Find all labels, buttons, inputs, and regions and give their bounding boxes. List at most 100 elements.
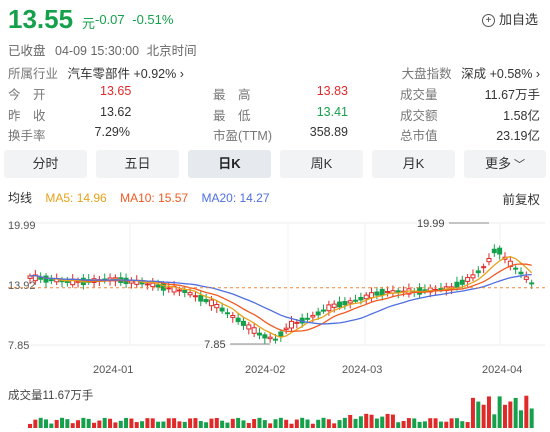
candle-body bbox=[529, 282, 535, 285]
volume-bar bbox=[268, 423, 273, 428]
volume-bar bbox=[380, 416, 385, 428]
volume-bar bbox=[177, 421, 182, 428]
volume-bar bbox=[129, 418, 134, 428]
candle-body bbox=[246, 324, 252, 330]
candle-body bbox=[251, 327, 257, 334]
volume-bar bbox=[300, 417, 305, 428]
volume-bar bbox=[348, 414, 353, 428]
volume-bar bbox=[102, 417, 107, 428]
candle-body bbox=[224, 312, 230, 315]
volume-bar bbox=[316, 419, 321, 428]
candle-body bbox=[294, 321, 300, 324]
candle-body bbox=[278, 331, 284, 337]
candle-body bbox=[240, 320, 246, 326]
candle-body bbox=[486, 258, 492, 263]
volume-bar bbox=[476, 401, 481, 428]
volume-bar bbox=[92, 422, 97, 428]
candle-body bbox=[289, 320, 295, 329]
volume-bar bbox=[225, 422, 230, 428]
candle-body bbox=[326, 304, 332, 312]
volume-bar bbox=[412, 418, 417, 428]
candle-body bbox=[315, 311, 321, 316]
volume-bar bbox=[81, 417, 86, 428]
volume-bar bbox=[353, 418, 358, 428]
volume-bar bbox=[417, 421, 422, 428]
kline-chart[interactable]: 19.99 13.92 7.85 2024-01 2024-02 2024-03 2024-… bbox=[0, 0, 550, 432]
volume-bar bbox=[486, 396, 491, 428]
volume-bar bbox=[172, 418, 177, 428]
volume-bar bbox=[428, 418, 433, 428]
candle-body bbox=[198, 294, 204, 302]
candle-body bbox=[38, 277, 44, 280]
candle-body bbox=[283, 327, 289, 331]
volume-bar bbox=[321, 417, 326, 428]
volume-bar bbox=[444, 421, 449, 428]
x-tick-label: 2024-01 bbox=[93, 364, 133, 376]
volume-label: 成交量11.67万手 bbox=[8, 390, 94, 402]
candle-body bbox=[481, 266, 487, 269]
volume-bar bbox=[524, 395, 529, 428]
candle-body bbox=[272, 338, 278, 341]
volume-bar bbox=[433, 418, 438, 428]
candle-body bbox=[176, 289, 182, 292]
volume-bar bbox=[465, 422, 470, 428]
volume-bar bbox=[289, 423, 294, 428]
candle-body bbox=[219, 307, 225, 312]
candle-body bbox=[454, 281, 460, 289]
volume-bar bbox=[390, 414, 395, 428]
volume-bar bbox=[188, 418, 193, 428]
candle-body bbox=[337, 301, 343, 308]
volume-bar bbox=[284, 419, 289, 428]
volume-bar bbox=[60, 417, 65, 428]
volume-bar bbox=[497, 396, 502, 428]
candle-body bbox=[385, 291, 391, 294]
candle-body bbox=[64, 281, 70, 284]
candle-body bbox=[230, 314, 236, 318]
volume-bar bbox=[406, 418, 411, 428]
volume-bar bbox=[145, 418, 150, 428]
y-tick-label: 19.99 bbox=[8, 220, 36, 232]
volume-bar bbox=[396, 422, 401, 428]
candle-body bbox=[513, 267, 519, 270]
volume-bar bbox=[449, 418, 454, 428]
volume-bar bbox=[236, 417, 241, 428]
ma5-line bbox=[29, 256, 533, 338]
candle-body bbox=[459, 279, 465, 285]
volume-bar bbox=[385, 413, 390, 428]
volume-bar bbox=[337, 420, 342, 428]
volume-bar bbox=[278, 417, 283, 428]
volume-bar bbox=[374, 418, 379, 428]
volume-bar bbox=[454, 418, 459, 428]
volume-bar bbox=[33, 419, 38, 428]
volume-bar bbox=[38, 417, 43, 428]
volume-bar bbox=[310, 423, 315, 428]
candle-body bbox=[379, 288, 385, 296]
volume-bar bbox=[241, 420, 246, 428]
candle-body bbox=[267, 336, 273, 340]
volume-bar bbox=[438, 421, 443, 428]
candle-body bbox=[342, 301, 348, 306]
volume-bar bbox=[513, 397, 518, 428]
candle-body bbox=[363, 294, 369, 300]
volume-bar bbox=[220, 420, 225, 428]
volume-bar bbox=[481, 404, 486, 428]
candle-body bbox=[155, 284, 161, 288]
candle-body bbox=[235, 317, 241, 323]
volume-bar bbox=[460, 421, 465, 428]
volume-bar bbox=[214, 417, 219, 428]
volume-bar bbox=[161, 421, 166, 428]
volume-bar bbox=[150, 418, 155, 428]
volume-bar bbox=[401, 421, 406, 428]
volume-bar bbox=[86, 418, 91, 428]
volume-bar bbox=[65, 419, 70, 428]
candle-body bbox=[256, 332, 262, 336]
candle-body bbox=[497, 247, 503, 255]
candle-body bbox=[208, 299, 214, 307]
volume-bar bbox=[182, 421, 187, 428]
volume-bar bbox=[76, 420, 81, 428]
volume-bar bbox=[305, 419, 310, 428]
volume-bar bbox=[342, 417, 347, 428]
candle-body bbox=[331, 303, 337, 308]
candle-body bbox=[374, 291, 380, 296]
volume-bar bbox=[262, 420, 267, 428]
